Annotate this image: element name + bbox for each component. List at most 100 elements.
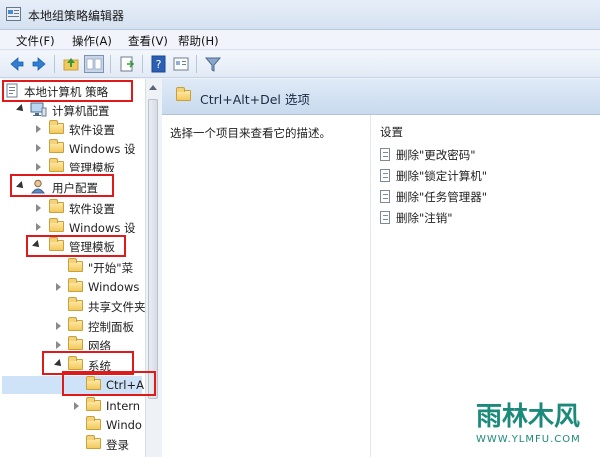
highlight-box-user-config — [10, 174, 114, 197]
tree-label: 软件设置 — [69, 202, 115, 216]
scroll-up-arrow-icon[interactable] — [149, 85, 157, 90]
folder-icon — [68, 278, 83, 292]
watermark-main-text: 雨林木风 — [476, 402, 581, 432]
tree-node-cc-windows-settings[interactable]: Windows 设 — [2, 139, 142, 157]
setting-label: 删除"更改密码" — [396, 148, 476, 162]
details-header: Ctrl+Alt+Del 选项 — [162, 79, 600, 115]
folder-icon — [86, 435, 101, 449]
tree-label: 网络 — [88, 339, 111, 350]
tree-node-cc-admin-templates[interactable]: 管理模板 — [2, 158, 142, 172]
setting-label: 删除"锁定计算机" — [396, 169, 488, 183]
menu-view[interactable]: 查看(V) — [128, 33, 168, 49]
scrollbar-thumb[interactable] — [148, 99, 158, 399]
tree-node-shared-folders[interactable]: 共享文件夹 — [2, 297, 146, 315]
tree-label: 计算机配置 — [52, 104, 110, 118]
tree-node-windows-components[interactable]: Windows — [2, 278, 142, 296]
expander-closed-icon[interactable] — [56, 283, 61, 291]
show-hide-tree-icon[interactable] — [84, 55, 104, 73]
export-list-icon[interactable] — [118, 55, 136, 73]
toolbar-separator — [54, 55, 55, 73]
description-text: 选择一个项目来查看它的描述。 — [170, 126, 331, 140]
tree-node-uc-windows-settings[interactable]: Windows 设 — [2, 218, 142, 236]
tree-node-windo[interactable]: Windo — [2, 416, 142, 434]
setting-policy-icon — [380, 169, 390, 182]
expander-closed-icon[interactable] — [36, 125, 41, 133]
expander-closed-icon[interactable] — [56, 322, 61, 330]
folder-icon — [86, 416, 101, 430]
tree-label: Windows 设 — [69, 221, 136, 235]
tree-node-internet[interactable]: Intern — [2, 397, 142, 415]
filter-icon[interactable] — [204, 55, 222, 73]
column-divider — [370, 115, 371, 457]
expander-closed-icon[interactable] — [36, 223, 41, 231]
computer-icon — [30, 102, 47, 117]
tree-node-cc-software-settings[interactable]: 软件设置 — [2, 120, 142, 138]
tree-pane: 本地计算机 策略 计算机配置 软件设置 Windows 设 管理模板 用户配置 … — [0, 79, 160, 457]
folder-icon — [68, 317, 83, 331]
setting-policy-icon — [380, 190, 390, 203]
folder-icon — [49, 139, 64, 153]
setting-label: 删除"任务管理器" — [396, 190, 488, 204]
expander-closed-icon[interactable] — [36, 144, 41, 152]
tree-node-start-menu[interactable]: "开始"菜 — [2, 258, 142, 276]
menu-file[interactable]: 文件(F) — [16, 33, 55, 49]
back-icon[interactable] — [8, 55, 26, 73]
help-icon[interactable]: ? — [150, 55, 168, 73]
expander-closed-icon[interactable] — [56, 341, 61, 349]
title-bar: 本地组策略编辑器 — [0, 0, 600, 30]
menu-bar: 文件(F) 操作(A) 查看(V) 帮助(H) — [0, 30, 600, 50]
group-policy-editor-window: 本地组策略编辑器 文件(F) 操作(A) 查看(V) 帮助(H) ? 本地计算机… — [0, 0, 600, 457]
tree-node-computer-config[interactable]: 计算机配置 — [2, 101, 142, 119]
tree-node-network[interactable]: 网络 — [2, 336, 142, 350]
tree-label: Windo — [106, 418, 142, 432]
expander-closed-icon[interactable] — [74, 402, 79, 410]
tree-label: 登录 — [106, 438, 129, 452]
tree-label: Windows — [88, 280, 140, 294]
watermark-logo: 雨林木风 WWW.YLMFU.COM — [470, 392, 598, 455]
folder-icon — [176, 87, 191, 101]
expander-closed-icon[interactable] — [36, 163, 41, 171]
properties-icon[interactable] — [172, 55, 190, 73]
svg-text:?: ? — [156, 58, 162, 71]
toolbar-separator — [196, 55, 197, 73]
toolbar-separator — [110, 55, 111, 73]
tree-scrollbar[interactable] — [145, 79, 160, 457]
menu-help[interactable]: 帮助(H) — [178, 33, 219, 49]
tree-node-control-panel[interactable]: 控制面板 — [2, 317, 142, 335]
folder-icon — [49, 120, 64, 134]
folder-icon — [68, 336, 83, 350]
tree-label: "开始"菜 — [88, 261, 134, 275]
folder-icon — [68, 297, 83, 311]
tree-label: 共享文件夹 — [88, 300, 146, 314]
setting-policy-icon — [380, 211, 390, 224]
expander-closed-icon[interactable] — [36, 204, 41, 212]
policy-editor-app-icon — [6, 7, 21, 21]
folder-icon — [49, 199, 64, 213]
highlight-box-ctrl-alt-del — [62, 371, 156, 396]
settings-column-header[interactable]: 设置 — [380, 124, 403, 140]
toolbar: ? — [0, 51, 600, 78]
highlight-box-root — [2, 80, 133, 102]
toolbar-separator — [142, 55, 143, 73]
watermark-url-text: WWW.YLMFU.COM — [476, 434, 581, 445]
setting-policy-icon — [380, 148, 390, 161]
window-title: 本地组策略编辑器 — [28, 9, 125, 23]
tree-label: Windows 设 — [69, 142, 136, 156]
folder-icon — [49, 218, 64, 232]
setting-label: 删除"注销" — [396, 211, 453, 225]
forward-icon[interactable] — [30, 55, 48, 73]
folder-icon — [68, 258, 83, 272]
menu-action[interactable]: 操作(A) — [72, 33, 112, 49]
tree-label: Intern — [106, 399, 141, 413]
tree-label: 软件设置 — [69, 123, 115, 137]
details-header-title: Ctrl+Alt+Del 选项 — [200, 92, 310, 107]
tree-label: 控制面板 — [88, 320, 134, 334]
tree-label: 管理模板 — [69, 161, 115, 172]
tree-node-logon[interactable]: 登录 — [2, 435, 142, 453]
highlight-box-admin-templates — [26, 235, 126, 257]
tree-node-uc-software-settings[interactable]: 软件设置 — [2, 199, 142, 217]
expander-open-icon[interactable] — [16, 104, 26, 114]
folder-icon — [49, 158, 64, 172]
folder-icon — [86, 397, 101, 411]
up-folder-icon[interactable] — [62, 55, 80, 73]
